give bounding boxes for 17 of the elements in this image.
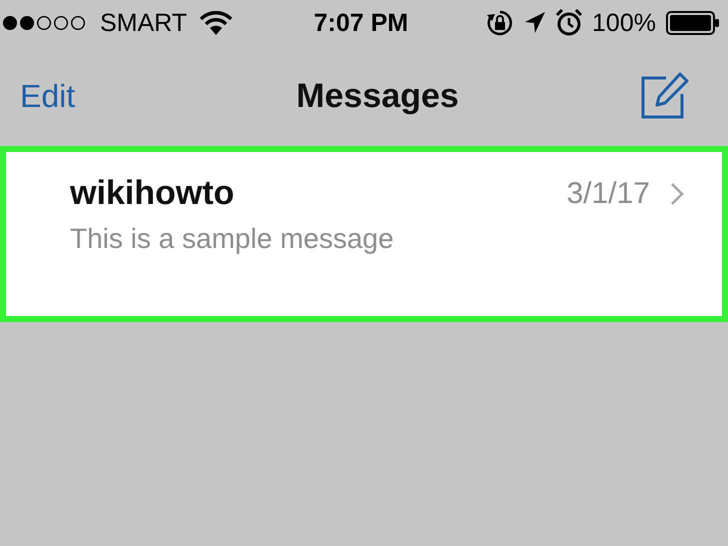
battery-icon (666, 11, 720, 35)
conversation-row[interactable]: wikihowto 3/1/17 This is a sample message (0, 146, 728, 322)
battery-percent: 100% (592, 8, 656, 38)
chevron-icon (670, 182, 684, 206)
compose-icon[interactable] (640, 72, 690, 120)
message-date: 3/1/17 (566, 176, 650, 210)
screen-title: Messages (296, 76, 459, 116)
contact-name: wikihowto (70, 174, 236, 213)
wifi-icon (199, 10, 234, 36)
edit-button[interactable]: Edit (20, 78, 76, 114)
message-preview: This is a sample message (70, 223, 395, 255)
carrier-name: SMART (100, 8, 188, 38)
location-arrow-icon (524, 11, 546, 35)
alarm-icon (556, 9, 582, 37)
status-time: 7:07 PM (314, 8, 408, 38)
rotation-lock-icon (486, 9, 514, 37)
signal-icon (2, 14, 88, 32)
